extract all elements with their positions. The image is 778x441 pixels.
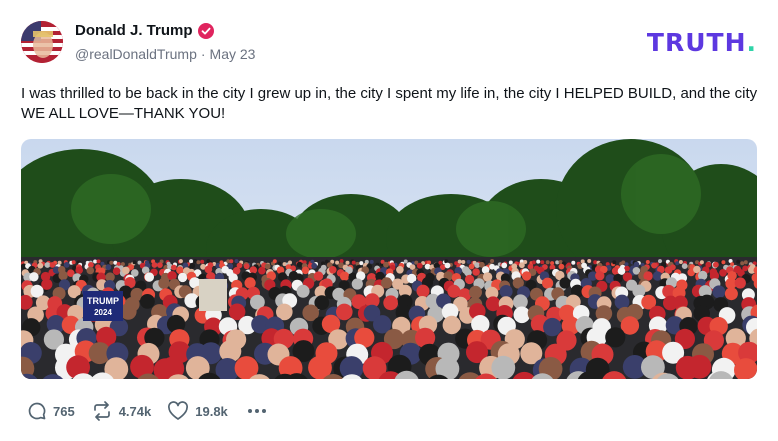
like-icon <box>167 401 189 421</box>
reply-icon <box>27 401 47 421</box>
retruth-button[interactable]: 4.74k <box>91 401 152 421</box>
more-icon[interactable] <box>247 409 266 413</box>
truth-logo[interactable]: TRUTH. <box>647 28 757 57</box>
reply-count: 765 <box>53 403 75 419</box>
retruth-count: 4.74k <box>118 403 152 419</box>
like-count: 19.8k <box>195 403 228 419</box>
post-image[interactable]: TRUMP 2024 <box>21 139 757 379</box>
svg-text:2024: 2024 <box>94 308 112 317</box>
logo-text: TRUTH <box>646 28 747 57</box>
author-name[interactable]: Donald J. Trump <box>75 22 193 39</box>
meta-separator: · <box>200 46 206 62</box>
verified-badge-icon <box>197 22 214 39</box>
svg-text:TRUMP: TRUMP <box>87 296 119 306</box>
logo-dot: . <box>746 28 757 57</box>
like-button[interactable]: 19.8k <box>167 401 228 421</box>
retruth-icon <box>91 401 113 421</box>
avatar[interactable] <box>21 21 63 63</box>
author-handle[interactable]: @realDonaldTrump <box>75 46 197 62</box>
post-text: I was thrilled to be back in the city I … <box>21 85 758 122</box>
post-date[interactable]: May 23 <box>210 46 256 62</box>
reply-button[interactable]: 765 <box>27 401 75 421</box>
campaign-sign: TRUMP 2024 <box>83 291 123 321</box>
